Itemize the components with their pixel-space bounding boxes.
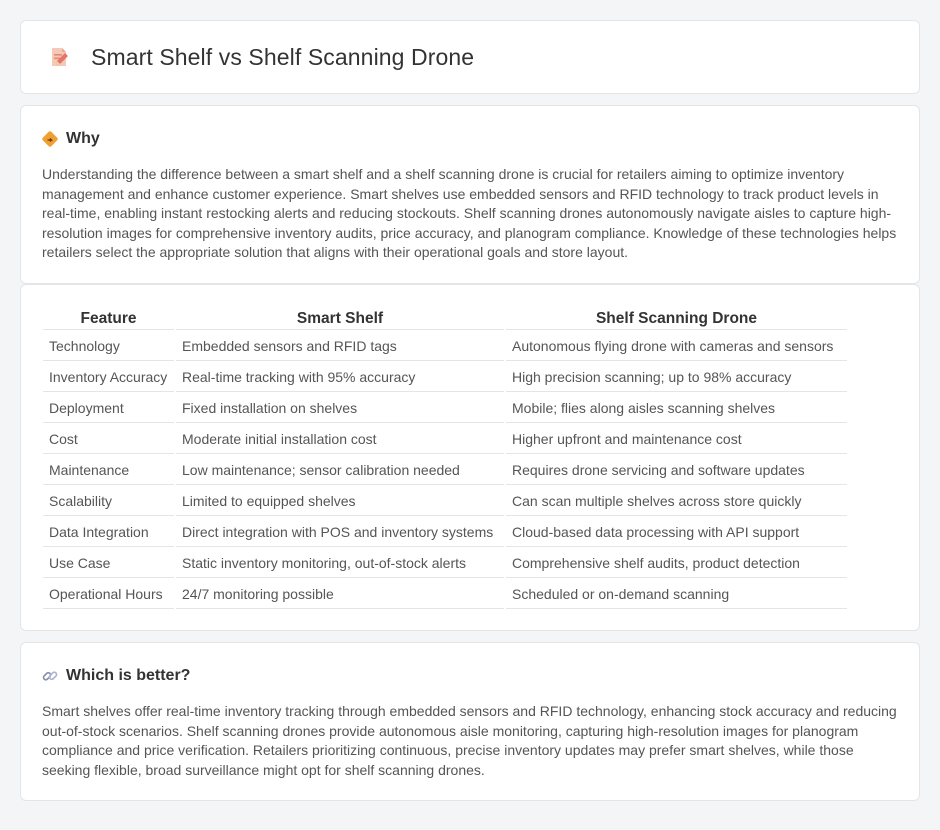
which-is-better-section: Which is better? Smart shelves offer rea… <box>20 642 920 801</box>
header-shelf-scanning-drone: Shelf Scanning Drone <box>506 307 847 330</box>
feature-cell: Data Integration <box>43 518 174 547</box>
feature-cell: Deployment <box>43 394 174 423</box>
table-row: Deployment Fixed installation on shelves… <box>43 394 847 423</box>
drone-cell: High precision scanning; up to 98% accur… <box>506 363 847 392</box>
smart-shelf-cell: Fixed installation on shelves <box>176 394 504 423</box>
link-icon <box>41 667 59 685</box>
table-row: Data Integration Direct integration with… <box>43 518 847 547</box>
drone-cell: Comprehensive shelf audits, product dete… <box>506 549 847 578</box>
drone-cell: Mobile; flies along aisles scanning shel… <box>506 394 847 423</box>
table-row: Maintenance Low maintenance; sensor cali… <box>43 456 847 485</box>
drone-cell: Cloud-based data processing with API sup… <box>506 518 847 547</box>
header-feature: Feature <box>43 307 174 330</box>
page: Smart Shelf vs Shelf Scanning Drone Why … <box>0 0 940 830</box>
better-title: Which is better? <box>66 667 191 684</box>
better-heading: Which is better? <box>41 665 899 687</box>
feature-cell: Inventory Accuracy <box>43 363 174 392</box>
better-text: Smart shelves offer real-time inventory … <box>42 703 897 778</box>
smart-shelf-cell: Real-time tracking with 95% accuracy <box>176 363 504 392</box>
table-row: Technology Embedded sensors and RFID tag… <box>43 332 847 361</box>
feature-cell: Technology <box>43 332 174 361</box>
drone-cell: Requires drone servicing and software up… <box>506 456 847 485</box>
smart-shelf-cell: Moderate initial installation cost <box>176 425 504 454</box>
why-heading: Why <box>41 128 899 150</box>
feature-cell: Cost <box>43 425 174 454</box>
drone-cell: Higher upfront and maintenance cost <box>506 425 847 454</box>
header-smart-shelf: Smart Shelf <box>176 307 504 330</box>
smart-shelf-cell: Low maintenance; sensor calibration need… <box>176 456 504 485</box>
drone-cell: Can scan multiple shelves across store q… <box>506 487 847 516</box>
why-text: Understanding the difference between a s… <box>42 166 897 260</box>
table-row: Cost Moderate initial installation cost … <box>43 425 847 454</box>
header-card: Smart Shelf vs Shelf Scanning Drone <box>20 20 920 94</box>
table-row: Scalability Limited to equipped shelves … <box>43 487 847 516</box>
page-title: Smart Shelf vs Shelf Scanning Drone <box>91 43 475 70</box>
feature-cell: Maintenance <box>43 456 174 485</box>
smart-shelf-cell: Embedded sensors and RFID tags <box>176 332 504 361</box>
smart-shelf-cell: Limited to equipped shelves <box>176 487 504 516</box>
document-pencil-icon <box>47 45 71 69</box>
smart-shelf-cell: Direct integration with POS and inventor… <box>176 518 504 547</box>
feature-cell: Scalability <box>43 487 174 516</box>
table-row: Inventory Accuracy Real-time tracking wi… <box>43 363 847 392</box>
comparison-section: Feature Smart Shelf Shelf Scanning Drone… <box>20 284 920 631</box>
table-header-row: Feature Smart Shelf Shelf Scanning Drone <box>43 307 847 330</box>
why-section: Why Understanding the difference between… <box>20 105 920 284</box>
feature-cell: Use Case <box>43 549 174 578</box>
drone-cell: Scheduled or on-demand scanning <box>506 580 847 609</box>
smart-shelf-cell: 24/7 monitoring possible <box>176 580 504 609</box>
comparison-table: Feature Smart Shelf Shelf Scanning Drone… <box>41 305 849 611</box>
diamond-sign-icon <box>41 130 59 148</box>
smart-shelf-cell: Static inventory monitoring, out-of-stoc… <box>176 549 504 578</box>
drone-cell: Autonomous flying drone with cameras and… <box>506 332 847 361</box>
why-title: Why <box>66 130 100 147</box>
feature-cell: Operational Hours <box>43 580 174 609</box>
table-row: Operational Hours 24/7 monitoring possib… <box>43 580 847 609</box>
table-row: Use Case Static inventory monitoring, ou… <box>43 549 847 578</box>
